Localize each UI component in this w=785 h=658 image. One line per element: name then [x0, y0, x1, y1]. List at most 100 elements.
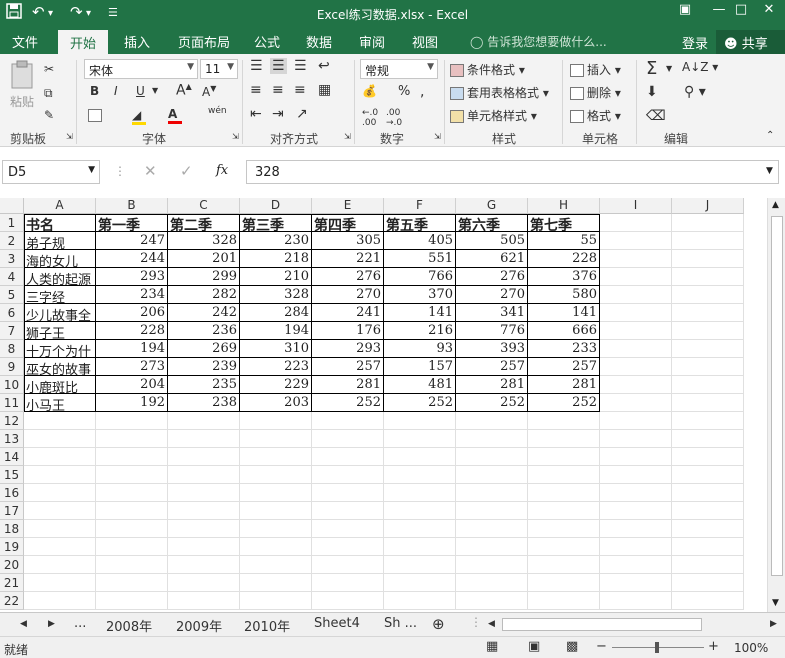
value-cell[interactable]: 221 [312, 250, 384, 268]
tab-insert[interactable]: 插入 [124, 32, 150, 51]
normal-view-icon[interactable]: ▦ [486, 639, 498, 654]
column-header-j[interactable]: J [672, 198, 744, 214]
value-cell[interactable]: 257 [456, 358, 528, 376]
insert-cells-button[interactable]: 插入 ▾ [570, 61, 621, 78]
empty-cell[interactable] [672, 268, 744, 286]
value-cell[interactable]: 236 [168, 322, 240, 340]
value-cell[interactable]: 310 [240, 340, 312, 358]
value-cell[interactable]: 766 [384, 268, 456, 286]
empty-cell[interactable] [240, 556, 312, 574]
empty-cell[interactable] [96, 556, 168, 574]
empty-cell[interactable] [600, 376, 672, 394]
empty-cell[interactable] [96, 430, 168, 448]
vertical-scrollbar[interactable]: ▲ ▼ [767, 198, 785, 612]
column-header-g[interactable]: G [456, 198, 528, 214]
empty-cell[interactable] [168, 466, 240, 484]
horizontal-scroll-thumb[interactable] [502, 618, 702, 631]
empty-cell[interactable] [24, 574, 96, 592]
row-header-7[interactable]: 7 [0, 322, 24, 340]
row-header-1[interactable]: 1 [0, 214, 24, 232]
empty-cell[interactable] [600, 502, 672, 520]
expand-formula-icon[interactable]: ▼ [766, 166, 773, 176]
empty-cell[interactable] [384, 502, 456, 520]
align-top-icon[interactable]: ☰ [250, 58, 263, 74]
value-cell[interactable]: 305 [312, 232, 384, 250]
row-header-19[interactable]: 19 [0, 538, 24, 556]
empty-cell[interactable] [456, 412, 528, 430]
empty-cell[interactable] [384, 592, 456, 610]
value-cell[interactable]: 580 [528, 286, 600, 304]
empty-cell[interactable] [456, 466, 528, 484]
empty-cell[interactable] [672, 358, 744, 376]
autosum-icon[interactable]: Σ [646, 58, 657, 79]
border-icon[interactable] [88, 108, 105, 122]
cancel-icon[interactable]: ✕ [144, 162, 157, 180]
value-cell[interactable]: 239 [168, 358, 240, 376]
row-header-17[interactable]: 17 [0, 502, 24, 520]
empty-cell[interactable] [456, 520, 528, 538]
empty-cell[interactable] [96, 412, 168, 430]
empty-cell[interactable] [24, 484, 96, 502]
empty-cell[interactable] [600, 448, 672, 466]
empty-cell[interactable] [96, 538, 168, 556]
empty-cell[interactable] [600, 268, 672, 286]
sheet-tab-2009[interactable]: 2009年 [176, 616, 222, 635]
increase-indent-icon[interactable]: ⇥ [272, 106, 284, 122]
empty-cell[interactable] [240, 538, 312, 556]
value-cell[interactable]: 370 [384, 286, 456, 304]
empty-cell[interactable] [312, 502, 384, 520]
tab-view[interactable]: 视图 [412, 32, 438, 51]
empty-cell[interactable] [528, 412, 600, 430]
book-name-cell[interactable]: 狮子王 [24, 322, 96, 340]
empty-cell[interactable] [672, 538, 744, 556]
delete-cells-button[interactable]: 删除 ▾ [570, 84, 621, 101]
row-header-3[interactable]: 3 [0, 250, 24, 268]
login-button[interactable]: 登录 [682, 33, 708, 52]
value-cell[interactable]: 328 [168, 232, 240, 250]
empty-cell[interactable] [528, 592, 600, 610]
sheet-tab-more[interactable]: Sh ... [384, 616, 417, 631]
book-name-cell[interactable]: 巫女的故事 [24, 358, 96, 376]
autosum-dropdown-icon[interactable]: ▼ [666, 64, 672, 73]
empty-cell[interactable] [24, 448, 96, 466]
sheet-tab-2010[interactable]: 2010年 [244, 616, 290, 635]
row-header-11[interactable]: 11 [0, 394, 24, 412]
italic-button[interactable]: I [114, 84, 118, 98]
empty-cell[interactable] [600, 592, 672, 610]
empty-cell[interactable] [384, 412, 456, 430]
insert-function-icon[interactable]: fx [216, 163, 228, 178]
value-cell[interactable]: 293 [312, 340, 384, 358]
value-cell[interactable]: 276 [456, 268, 528, 286]
book-name-cell[interactable]: 海的女儿 [24, 250, 96, 268]
table-header-cell[interactable]: 第六季 [456, 214, 528, 232]
value-cell[interactable]: 241 [312, 304, 384, 322]
align-left-icon[interactable]: ≡ [250, 82, 262, 98]
vertical-scroll-thumb[interactable] [771, 216, 783, 576]
empty-cell[interactable] [456, 448, 528, 466]
book-name-cell[interactable]: 三字经 [24, 286, 96, 304]
value-cell[interactable]: 230 [240, 232, 312, 250]
value-cell[interactable]: 206 [96, 304, 168, 322]
empty-cell[interactable] [96, 502, 168, 520]
value-cell[interactable]: 93 [384, 340, 456, 358]
empty-cell[interactable] [456, 430, 528, 448]
empty-cell[interactable] [456, 592, 528, 610]
empty-cell[interactable] [672, 250, 744, 268]
empty-cell[interactable] [528, 466, 600, 484]
empty-cell[interactable] [96, 574, 168, 592]
book-name-cell[interactable]: 小鹿斑比 [24, 376, 96, 394]
empty-cell[interactable] [240, 466, 312, 484]
book-name-cell[interactable]: 小马王 [24, 394, 96, 412]
row-header-15[interactable]: 15 [0, 466, 24, 484]
worksheet-grid[interactable]: A B C D E F G H I J 1 2 3 4 5 6 7 8 9 10 11 12 13 14 15 16 17 18 19 2… [0, 198, 767, 612]
merge-center-icon[interactable]: ▦ [318, 82, 331, 98]
value-cell[interactable]: 192 [96, 394, 168, 412]
column-header-f[interactable]: F [384, 198, 456, 214]
decrease-font-icon[interactable]: A▼ [202, 84, 216, 99]
value-cell[interactable]: 210 [240, 268, 312, 286]
value-cell[interactable]: 551 [384, 250, 456, 268]
paste-button[interactable]: 粘贴 [6, 60, 38, 110]
table-header-cell[interactable]: 第五季 [384, 214, 456, 232]
empty-cell[interactable] [672, 322, 744, 340]
fill-color-icon[interactable]: ◢ [132, 108, 146, 125]
